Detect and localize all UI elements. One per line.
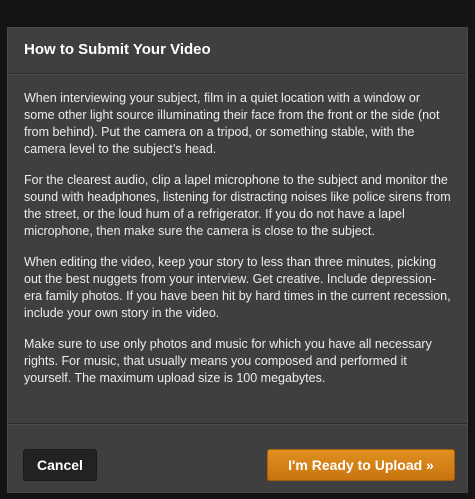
footer-divider (8, 423, 467, 425)
title-divider (8, 73, 467, 75)
instructions-lighting: When interviewing your subject, film in … (24, 91, 440, 156)
instructions-audio: For the clearest audio, clip a lapel mic… (24, 173, 451, 238)
cancel-button[interactable]: Cancel (23, 449, 97, 481)
instructions-rights: Make sure to use only photos and music f… (24, 337, 432, 385)
dialog-body: When interviewing your subject, film in … (24, 90, 453, 401)
instructions-editing: When editing the video, keep your story … (24, 255, 451, 320)
ready-to-upload-button[interactable]: I'm Ready to Upload » (267, 449, 455, 481)
submit-video-dialog: How to Submit Your Video When interviewi… (7, 27, 468, 493)
dialog-title: How to Submit Your Video (24, 41, 211, 58)
